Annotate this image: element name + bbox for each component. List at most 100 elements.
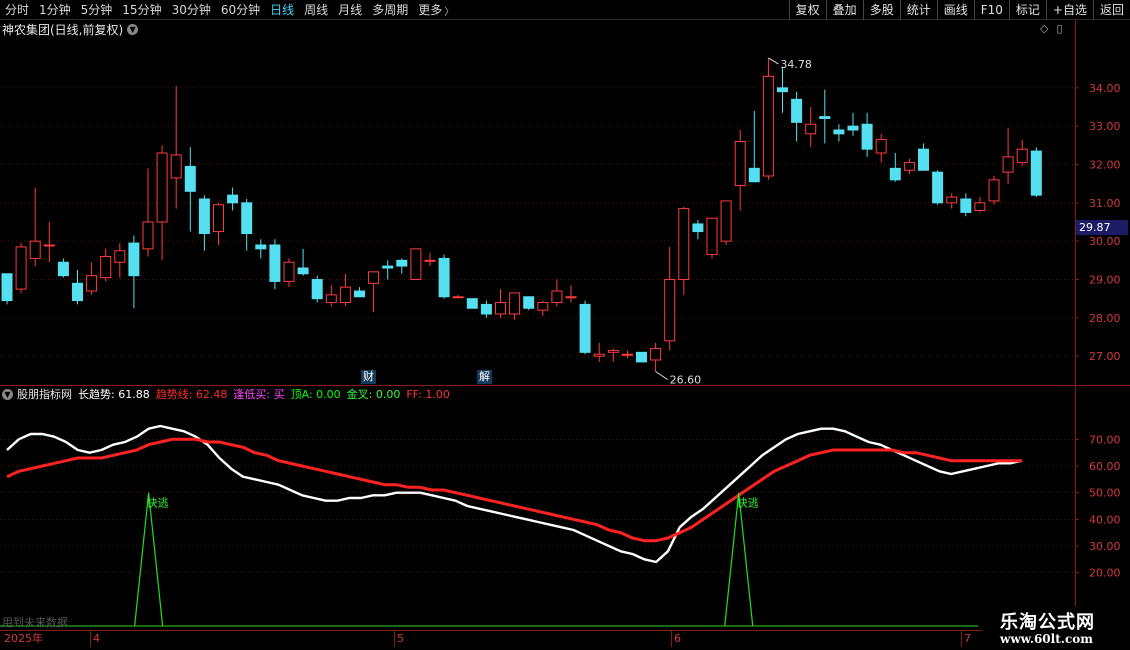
price-tick-label-6: 33.00: [1089, 120, 1121, 133]
candle-body-46: [650, 348, 662, 361]
indicator-tick-label-2: 40.00: [1089, 513, 1121, 526]
timeline[interactable]: 2025年 4 5 6 7: [0, 631, 980, 647]
candle-body-44: [621, 353, 633, 356]
candle-body-55: [777, 87, 788, 93]
candle-body-40: [565, 296, 577, 299]
timeline-tick-2: [394, 631, 395, 647]
timeline-tick-3: [671, 631, 672, 647]
candle-body-38: [537, 302, 549, 311]
candle-body-32: [452, 296, 464, 299]
timeline-label-1: 4: [93, 632, 100, 645]
candle-body-65: [918, 148, 929, 171]
high-price-label: 34.78: [780, 58, 812, 71]
price-tick-label-1: 28.00: [1089, 312, 1121, 325]
indicator-tick-label-0: 20.00: [1089, 567, 1121, 580]
candle-body-62: [875, 139, 887, 154]
timeline-label-2: 5: [397, 632, 404, 645]
candle-body-12: [170, 154, 182, 179]
indicator-tick-label-4: 60.00: [1089, 460, 1121, 473]
candle-body-27: [382, 265, 394, 269]
candle-body-5: [72, 282, 83, 302]
badge-finance[interactable]: 财: [361, 370, 376, 384]
indicator-value-5: FF: 1.00: [406, 388, 450, 401]
candle-body-56: [791, 98, 803, 123]
price-tick-label-3: 30.00: [1089, 235, 1121, 248]
indicator-tick-label-3: 50.00: [1089, 487, 1121, 500]
timeline-tick-1: [90, 631, 91, 647]
candle-body-59: [833, 129, 845, 135]
candle-body-15: [213, 204, 224, 233]
candle-body-25: [354, 290, 365, 298]
candle-body-36: [509, 292, 521, 315]
candle-body-22: [311, 279, 323, 300]
price-tick-label-7: 34.00: [1089, 82, 1121, 95]
indicator-value-0: 长趋势: 61.88: [78, 388, 150, 401]
candle-body-47: [664, 279, 676, 342]
candle-body-50: [706, 217, 718, 256]
candle-body-26: [368, 271, 380, 284]
candle-body-1: [15, 246, 27, 290]
candle-body-34: [480, 303, 492, 315]
watermark-logo: 乐淘公式网 www.60lt.com: [982, 606, 1130, 650]
chart-canvas[interactable]: 27.00 28.00 29.00 30.00 31.00 32.00 33.00 34.00…: [0, 0, 1130, 650]
timeline-label-4: 7: [964, 632, 971, 645]
candle-body-3: [43, 244, 55, 247]
candle-body-61: [861, 123, 873, 150]
long-trend-line: [6, 424, 1023, 564]
indicator-value-2: 逢低买: 买: [233, 388, 285, 401]
candle-body-11: [156, 152, 168, 223]
candle-body-52: [734, 141, 746, 187]
timeline-label-3: 6: [674, 632, 681, 645]
candle-body-48: [678, 208, 690, 280]
candle-body-42: [593, 353, 605, 357]
candle-body-41: [579, 303, 591, 353]
candle-body-51: [720, 200, 732, 242]
candle-body-71: [1002, 156, 1014, 173]
timeline-label-0: 2025年: [4, 632, 43, 645]
candle-body-30: [424, 259, 436, 262]
indicator-tick-label-5: 70.00: [1089, 433, 1121, 446]
candle-body-49: [692, 223, 704, 233]
candle-body-24: [339, 286, 351, 303]
candle-body-43: [607, 349, 619, 353]
candle-body-6: [86, 275, 98, 292]
low-pointer: [655, 371, 668, 380]
candle-body-2: [29, 240, 41, 259]
chevron-down-icon[interactable]: ▼: [2, 388, 13, 400]
candle-body-23: [325, 294, 337, 304]
candle-body-13: [184, 165, 196, 192]
signal-label-62: 快逃: [737, 497, 759, 510]
candle-body-35: [495, 302, 506, 315]
price-tick-label-0: 27.00: [1089, 350, 1121, 363]
candle-body-57: [805, 123, 817, 135]
candle-body-16: [227, 194, 239, 204]
candle-body-63: [889, 167, 901, 181]
price-tick-label-2: 29.00: [1089, 274, 1121, 287]
candle-body-54: [762, 75, 774, 177]
candle-body-19: [269, 244, 281, 282]
indicator-value-4: 金叉: 0.00: [346, 388, 401, 401]
candle-body-64: [903, 162, 915, 171]
candle-body-58: [819, 116, 831, 120]
watermark-url: www.60lt.com: [1000, 632, 1093, 646]
price-tick-label-4: 31.00: [1089, 197, 1121, 210]
candle-body-53: [748, 167, 760, 183]
indicator-title[interactable]: ▼ 股朋指标网 长趋势: 61.88 趋势线: 62.48 逢低买: 买顶A: 0.…: [2, 386, 462, 402]
candle-body-29: [410, 248, 422, 280]
candle-body-39: [551, 290, 563, 303]
candle-body-72: [1016, 148, 1028, 164]
current-price-tag: 29.87: [1076, 220, 1128, 235]
indicator-value-3: 顶A: 0.00: [290, 388, 341, 401]
candle-body-10: [142, 221, 154, 250]
badge-unlock[interactable]: 解: [477, 370, 492, 384]
candle-body-0: [1, 273, 13, 302]
candle-body-7: [100, 256, 112, 279]
timeline-tick-4: [961, 631, 962, 647]
candle-body-45: [636, 351, 647, 363]
trend-line: [6, 437, 1022, 543]
candle-body-73: [1030, 150, 1042, 196]
signal-spike-12: [134, 492, 164, 627]
indicator-tick-label-1: 30.00: [1089, 540, 1121, 553]
indicator-name: 股朋指标网: [17, 388, 72, 401]
candle-body-21: [297, 267, 309, 275]
